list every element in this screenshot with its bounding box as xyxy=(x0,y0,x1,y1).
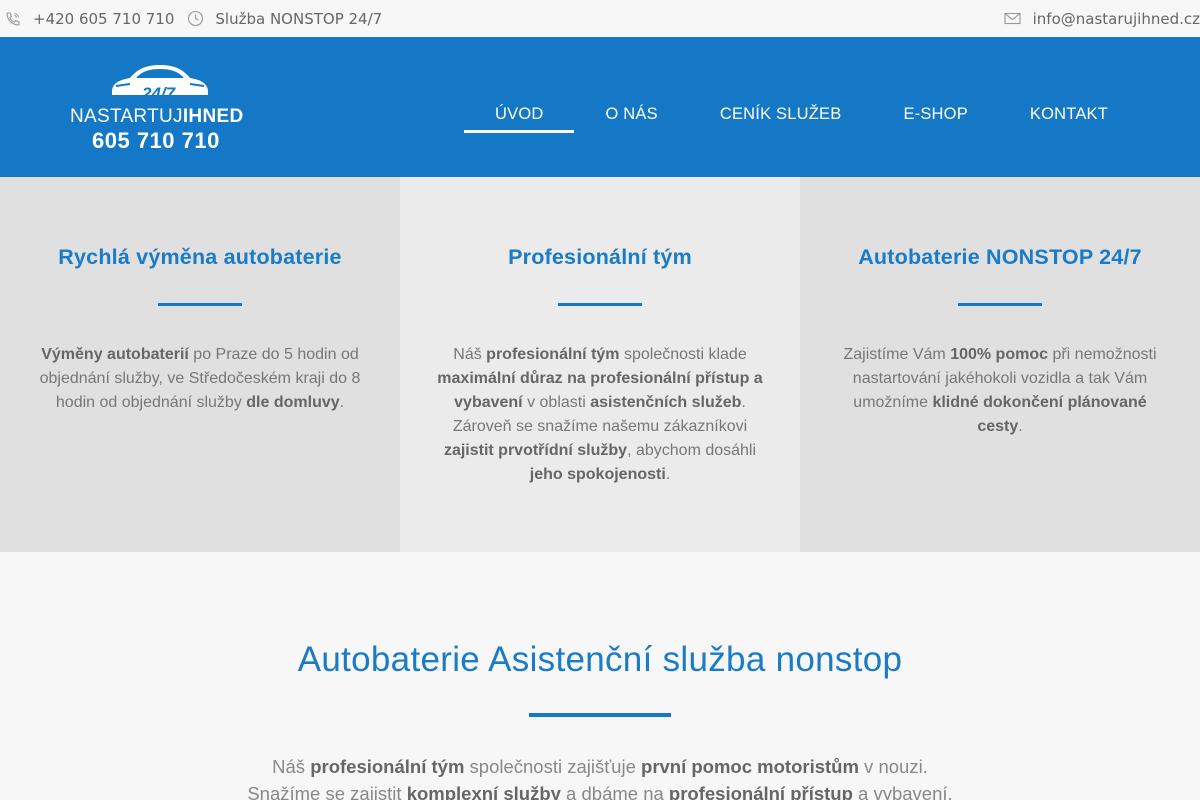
mail-icon xyxy=(1004,12,1021,25)
section-text: Náš profesionální tým společnosti zajišť… xyxy=(0,753,1200,800)
section-title: Autobaterie Asistenční služba nonstop xyxy=(297,640,903,679)
main-nav: ÚVOD O NÁS CENÍK SLUŽEB E-SHOP KONTAKT xyxy=(464,37,1139,177)
emphasis-text: 100% pomoc xyxy=(950,346,1048,363)
logo-brand-bold: IHNED xyxy=(182,106,244,127)
title-divider xyxy=(158,303,242,306)
feature-text: Výměny autobaterií po Praze do 5 hodin o… xyxy=(39,346,361,411)
site-header: 24/7 NASTARTUJIHNED 605 710 710 ÚVOD O N… xyxy=(0,37,1200,177)
title-divider xyxy=(958,303,1042,306)
title-divider xyxy=(558,303,642,306)
section-text-line-1: Náš profesionální tým společnosti zajišť… xyxy=(272,756,928,777)
section-divider xyxy=(529,713,671,717)
logo-phone: 605 710 710 xyxy=(92,128,220,153)
feature-nonstop: Autobaterie NONSTOP 24/7 Zajistíme Vám 1… xyxy=(800,177,1200,552)
emphasis-text: komplexní služby xyxy=(406,783,561,800)
feature-title: Autobaterie NONSTOP 24/7 xyxy=(858,245,1142,269)
top-bar: +420 605 710 710 Služba NONSTOP 24/7 inf… xyxy=(0,0,1200,37)
feature-battery-replacement: Rychlá výměna autobaterie Výměny autobat… xyxy=(0,177,400,552)
feature-title: Profesionální tým xyxy=(508,245,692,269)
nav-item-kontakt[interactable]: KONTAKT xyxy=(999,85,1139,129)
service-info: Služba NONSTOP 24/7 xyxy=(187,10,382,28)
logo-brand: NASTARTUJIHNED xyxy=(70,106,243,128)
emphasis-text: Výměny autobaterií xyxy=(41,346,189,363)
emphasis-text: první pomoc motoristům xyxy=(641,756,859,777)
nav-item-e-shop[interactable]: E-SHOP xyxy=(872,85,998,129)
feature-title: Rychlá výměna autobaterie xyxy=(58,245,342,269)
emphasis-text: asistenčních služeb xyxy=(590,394,742,411)
feature-text: Zajistíme Vám 100% pomoc při nemožnosti … xyxy=(843,346,1157,435)
site-logo[interactable]: 24/7 NASTARTUJIHNED 605 710 710 xyxy=(70,62,260,157)
emphasis-text: dle domluvy xyxy=(246,394,340,411)
feature-professional-team: Profesionální tým Náš profesionální tým … xyxy=(400,177,800,552)
emphasis-text: zajistit prvotřídní služby xyxy=(443,442,628,459)
logo-brand-light: NASTARTUJ xyxy=(70,106,183,127)
feature-text: Náš profesionální tým společnosti klade … xyxy=(437,346,763,483)
top-bar-right: info@nastarujihned.cz xyxy=(1004,10,1200,28)
email-address[interactable]: info@nastarujihned.cz xyxy=(1033,10,1200,28)
phone-icon xyxy=(6,11,20,26)
emphasis-text: klidné dokončení plánované cesty xyxy=(932,394,1147,435)
service-text: Služba NONSTOP 24/7 xyxy=(215,9,383,28)
phone-contact[interactable]: +420 605 710 710 xyxy=(4,10,174,28)
clock-icon xyxy=(188,10,204,27)
nav-item-o-nas[interactable]: O NÁS xyxy=(574,85,688,129)
section-text-line-2: Snažíme se zajistit komplexní služby a d… xyxy=(247,783,952,800)
phone-number[interactable]: +420 605 710 710 xyxy=(33,10,174,28)
feature-columns: Rychlá výměna autobaterie Výměny autobat… xyxy=(0,177,1200,552)
emphasis-text: profesionální přístup xyxy=(668,783,853,800)
logo-badge: 24/7 xyxy=(142,84,176,103)
emphasis-text: jeho spokojenosti xyxy=(529,466,666,483)
assistance-section: Autobaterie Asistenční služba nonstop Ná… xyxy=(0,552,1200,800)
top-bar-left: +420 605 710 710 Služba NONSTOP 24/7 xyxy=(4,10,382,28)
emphasis-text: profesionální tým xyxy=(486,346,620,363)
nav-item-uvod[interactable]: ÚVOD xyxy=(464,85,575,133)
nav-item-cenik-sluzeb[interactable]: CENÍK SLUŽEB xyxy=(689,85,873,129)
emphasis-text: profesionální tým xyxy=(310,756,465,777)
email-contact[interactable]: info@nastarujihned.cz xyxy=(1004,10,1200,28)
